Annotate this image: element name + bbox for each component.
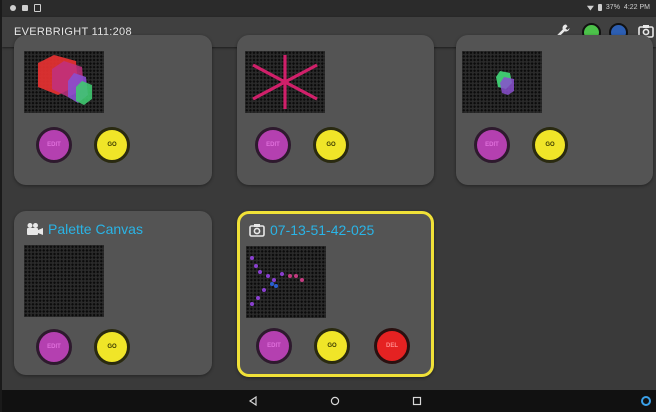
preview-art: [38, 55, 92, 105]
home-icon[interactable]: [330, 396, 340, 406]
go-button[interactable]: GO: [314, 328, 350, 364]
animation-card-palette-canvas[interactable]: Palette Canvas EDIT GO: [14, 211, 212, 375]
animation-preview[interactable]: [24, 245, 104, 317]
go-button[interactable]: GO: [313, 127, 349, 163]
go-button[interactable]: GO: [94, 329, 130, 365]
animation-card[interactable]: EDIT GO: [456, 35, 653, 185]
animation-preview[interactable]: [24, 51, 104, 113]
status-bar: 37% 4:22 PM: [2, 0, 656, 17]
battery-icon: [597, 4, 602, 11]
navigation-bar: [2, 390, 656, 412]
edit-button[interactable]: EDIT: [36, 329, 72, 365]
delete-button[interactable]: DEL: [374, 328, 410, 364]
back-icon[interactable]: [248, 396, 258, 406]
edit-button[interactable]: EDIT: [36, 127, 72, 163]
system-indicators: 37% 4:22 PM: [586, 4, 650, 11]
edit-button[interactable]: EDIT: [474, 127, 510, 163]
preview-art: [250, 256, 304, 306]
animation-grid: EDIT GO EDIT GO EDIT GO Palette Canvas E…: [2, 35, 656, 390]
animation-card-selected[interactable]: 07-13-51-42-025 EDIT GO DEL: [237, 211, 434, 377]
edit-button[interactable]: EDIT: [256, 328, 292, 364]
animation-card[interactable]: EDIT GO: [14, 35, 212, 185]
image-notification-icon: [22, 5, 28, 11]
tablet-screen: 37% 4:22 PM EVERBRIGHT 111:208 EDIT GO E…: [2, 0, 656, 412]
card-title[interactable]: Palette Canvas: [48, 221, 143, 237]
go-button[interactable]: GO: [532, 127, 568, 163]
animation-card[interactable]: EDIT GO: [237, 35, 434, 185]
video-camera-icon: [27, 223, 43, 235]
camera-icon: [249, 224, 265, 237]
animation-preview[interactable]: [245, 51, 325, 113]
animation-preview[interactable]: [246, 246, 326, 318]
edit-button[interactable]: EDIT: [255, 127, 291, 163]
storage-notification-icon: [34, 4, 41, 12]
notification-icons: [10, 4, 41, 12]
wifi-icon: [586, 5, 594, 11]
notification-icon: [10, 5, 16, 11]
animation-preview[interactable]: [462, 51, 542, 113]
recents-icon[interactable]: [412, 396, 422, 406]
card-title[interactable]: 07-13-51-42-025: [270, 222, 374, 238]
go-button[interactable]: GO: [94, 127, 130, 163]
clock: 4:22 PM: [623, 4, 650, 11]
preview-art: [496, 71, 514, 95]
assistant-icon[interactable]: [640, 395, 652, 407]
battery-level: 37%: [605, 4, 620, 11]
preview-art: [252, 55, 318, 109]
